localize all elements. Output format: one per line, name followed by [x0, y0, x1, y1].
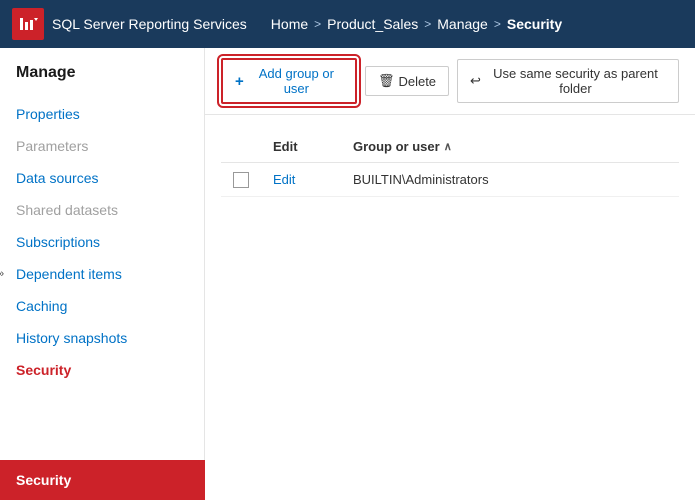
same-security-label: Use same security as parent folder — [485, 66, 666, 96]
same-security-button[interactable]: ↩ Use same security as parent folder — [457, 59, 679, 103]
app-name: SQL Server Reporting Services — [52, 16, 247, 32]
bottom-bar: Security — [0, 460, 205, 500]
plus-icon: + — [235, 73, 244, 90]
table-header-row: Edit Group or user ∧ — [221, 131, 679, 163]
table-row: Edit BUILTIN\Administrators — [221, 163, 679, 197]
breadcrumb-sep-2: > — [424, 17, 431, 31]
delete-button-label: Delete — [398, 74, 436, 89]
sidebar-title: Manage — [0, 64, 204, 98]
security-table: Edit Group or user ∧ — [221, 131, 679, 197]
col-header-group-or-user[interactable]: Group or user ∧ — [341, 131, 679, 163]
delete-button[interactable]: 🗑 Delete — [365, 66, 449, 96]
bottom-bar-label: Security — [16, 472, 71, 488]
sidebar-item-dependentitems[interactable]: Dependent items — [0, 258, 204, 290]
sidebar-item-subscriptions[interactable]: Subscriptions — [0, 226, 204, 258]
breadcrumb: Home > Product_Sales > Manage > Security — [271, 16, 562, 32]
breadcrumb-home[interactable]: Home — [271, 16, 308, 32]
edit-link[interactable]: Edit — [273, 172, 295, 187]
sidebar-nav: Properties Parameters Data sources Share… — [0, 98, 204, 386]
sidebar-item-caching[interactable]: Caching — [0, 290, 204, 322]
topbar: SQL Server Reporting Services Home > Pro… — [0, 0, 695, 48]
row-edit-cell: Edit — [261, 163, 341, 197]
row-checkbox-cell — [221, 163, 261, 197]
trash-icon: 🗑 — [378, 73, 395, 89]
col-header-checkbox — [221, 131, 261, 163]
add-group-or-user-button[interactable]: + Add group or user — [221, 58, 357, 104]
main-layout: Manage Properties Parameters Data source… — [0, 48, 695, 500]
row-group-user-cell: BUILTIN\Administrators — [341, 163, 679, 197]
breadcrumb-product-sales[interactable]: Product_Sales — [327, 16, 418, 32]
breadcrumb-sep-1: > — [314, 17, 321, 31]
sidebar-item-histsnapshots[interactable]: History snapshots — [0, 322, 204, 354]
breadcrumb-sep-3: > — [494, 17, 501, 31]
table-body: Edit BUILTIN\Administrators — [221, 163, 679, 197]
logo-icon — [18, 14, 38, 34]
sort-arrow-icon: ∧ — [444, 140, 452, 153]
sidebar-item-parameters: Parameters — [0, 130, 204, 162]
sidebar-item-shareddatasets: Shared datasets — [0, 194, 204, 226]
breadcrumb-security: Security — [507, 16, 562, 32]
sidebar-item-properties[interactable]: Properties — [0, 98, 204, 130]
add-button-label: Add group or user — [250, 66, 343, 96]
app-logo — [12, 8, 44, 40]
sidebar-item-datasources[interactable]: Data sources — [0, 162, 204, 194]
toolbar: + Add group or user 🗑 Delete ↩ Use same … — [205, 48, 695, 115]
breadcrumb-manage[interactable]: Manage — [437, 16, 488, 32]
row-checkbox[interactable] — [233, 172, 249, 188]
undo-icon: ↩ — [470, 73, 481, 89]
col-header-group-label: Group or user — [353, 139, 440, 154]
collapse-chevron[interactable]: » — [0, 268, 4, 280]
col-header-edit: Edit — [261, 131, 341, 163]
main-content: + Add group or user 🗑 Delete ↩ Use same … — [205, 48, 695, 500]
sidebar: Manage Properties Parameters Data source… — [0, 48, 205, 500]
table-container: Edit Group or user ∧ — [205, 115, 695, 213]
sidebar-item-security[interactable]: Security — [0, 354, 204, 386]
